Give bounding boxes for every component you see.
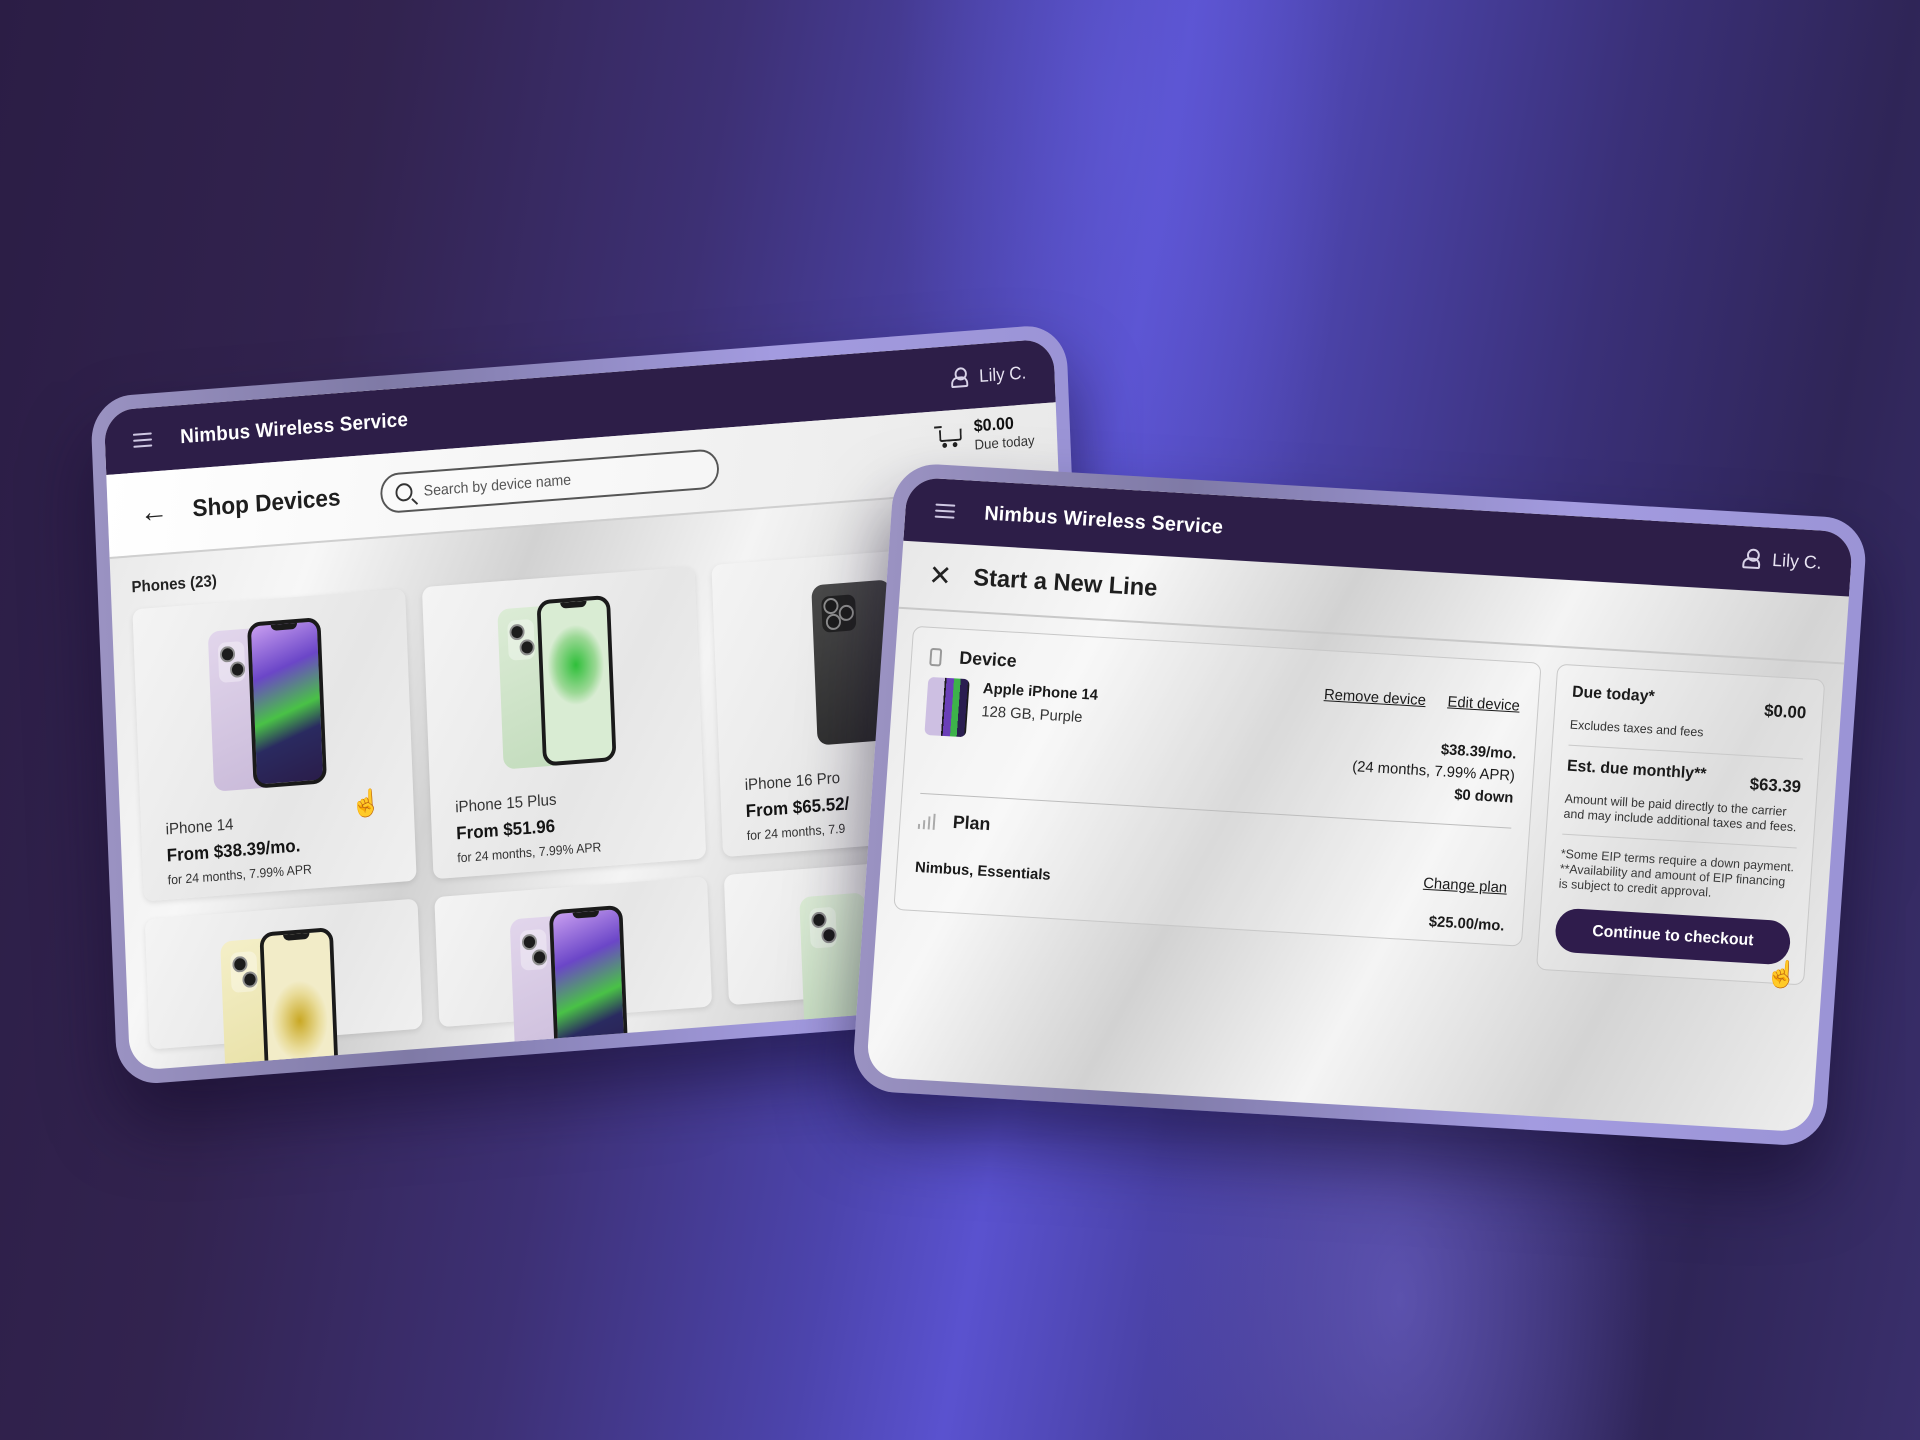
- hand-pointer-icon: ☝: [1764, 958, 1799, 991]
- hamburger-icon[interactable]: [132, 432, 153, 448]
- hamburger-icon[interactable]: [934, 503, 956, 519]
- user-name: Lily C.: [978, 361, 1027, 386]
- hand-pointer-icon: ☝: [350, 786, 383, 820]
- device-name: Apple iPhone 14: [982, 680, 1099, 704]
- user-menu[interactable]: Lily C.: [951, 362, 1027, 389]
- search-icon: [395, 482, 413, 502]
- cart-icon: [934, 425, 963, 449]
- cart-button[interactable]: $0.00 Due today: [934, 412, 1035, 456]
- phone-image: [493, 594, 631, 774]
- person-icon: [951, 367, 969, 388]
- checkout-button-label: Continue to checkout: [1591, 922, 1754, 950]
- monthly-amount: $63.39: [1749, 774, 1802, 797]
- plan-price: $25.00/mo.: [1428, 913, 1506, 935]
- due-today-label: Due today*: [1571, 683, 1656, 706]
- search-input[interactable]: Search by device name: [379, 448, 720, 515]
- close-icon[interactable]: ✕: [928, 559, 953, 591]
- order-details-panel: Device Apple iPhone 14 128 GB, Purple Re…: [893, 625, 1542, 947]
- person-icon: [1742, 548, 1761, 569]
- due-today-amount: $0.00: [1763, 700, 1807, 723]
- monthly-note: Amount will be paid directly to the carr…: [1563, 791, 1797, 835]
- device-spec: 128 GB, Purple: [980, 703, 1083, 727]
- continue-to-checkout-button[interactable]: Continue to checkout ☝: [1554, 907, 1799, 990]
- plan-section-label: Plan: [952, 811, 992, 835]
- phone-image: [204, 616, 342, 796]
- product-card[interactable]: iPhone 15 Plus From $51.96 for 24 months…: [421, 566, 707, 880]
- order-summary: Due today* $0.00 Excludes taxes and fees…: [1535, 663, 1826, 990]
- device-section-label: Device: [958, 647, 1018, 671]
- user-name: Lily C.: [1771, 549, 1823, 573]
- new-line-tablet: Nimbus Wireless Service Lily C. ✕ Start …: [851, 462, 1869, 1148]
- change-plan-link[interactable]: Change plan: [1423, 875, 1508, 897]
- brand-name: Nimbus Wireless Service: [179, 408, 409, 448]
- device-thumbnail: [924, 676, 970, 738]
- user-menu[interactable]: Lily C.: [1742, 548, 1823, 574]
- product-card[interactable]: [144, 898, 423, 1071]
- signal-bars-icon: [917, 812, 936, 830]
- product-card[interactable]: [434, 876, 713, 1071]
- new-line-body: Device Apple iPhone 14 128 GB, Purple Re…: [876, 609, 1844, 990]
- summary-divider: [1568, 744, 1803, 760]
- page-title: Start a New Line: [972, 564, 1159, 602]
- new-line-screen: Nimbus Wireless Service Lily C. ✕ Start …: [865, 476, 1854, 1133]
- cart-label: Due today: [974, 432, 1035, 453]
- device-pricing: $38.39/mo. (24 months, 7.99% APR) $0 dow…: [1350, 734, 1517, 810]
- product-card[interactable]: iPhone 14 From $38.39/mo. for 24 months,…: [132, 588, 417, 902]
- arrow-left-icon[interactable]: ←: [139, 494, 169, 529]
- search-placeholder: Search by device name: [423, 471, 572, 500]
- phone-image: [216, 926, 354, 1071]
- device-icon: [929, 647, 943, 667]
- brand-name: Nimbus Wireless Service: [983, 501, 1224, 539]
- due-today-note: Excludes taxes and fees: [1569, 717, 1704, 740]
- page-title: Shop Devices: [191, 484, 342, 523]
- monthly-label: Est. due monthly**: [1566, 757, 1707, 783]
- edit-device-link[interactable]: Edit device: [1447, 693, 1520, 714]
- phone-image: [506, 904, 644, 1071]
- plan-name: Nimbus, Essentials: [914, 858, 1052, 884]
- summary-divider: [1562, 833, 1797, 849]
